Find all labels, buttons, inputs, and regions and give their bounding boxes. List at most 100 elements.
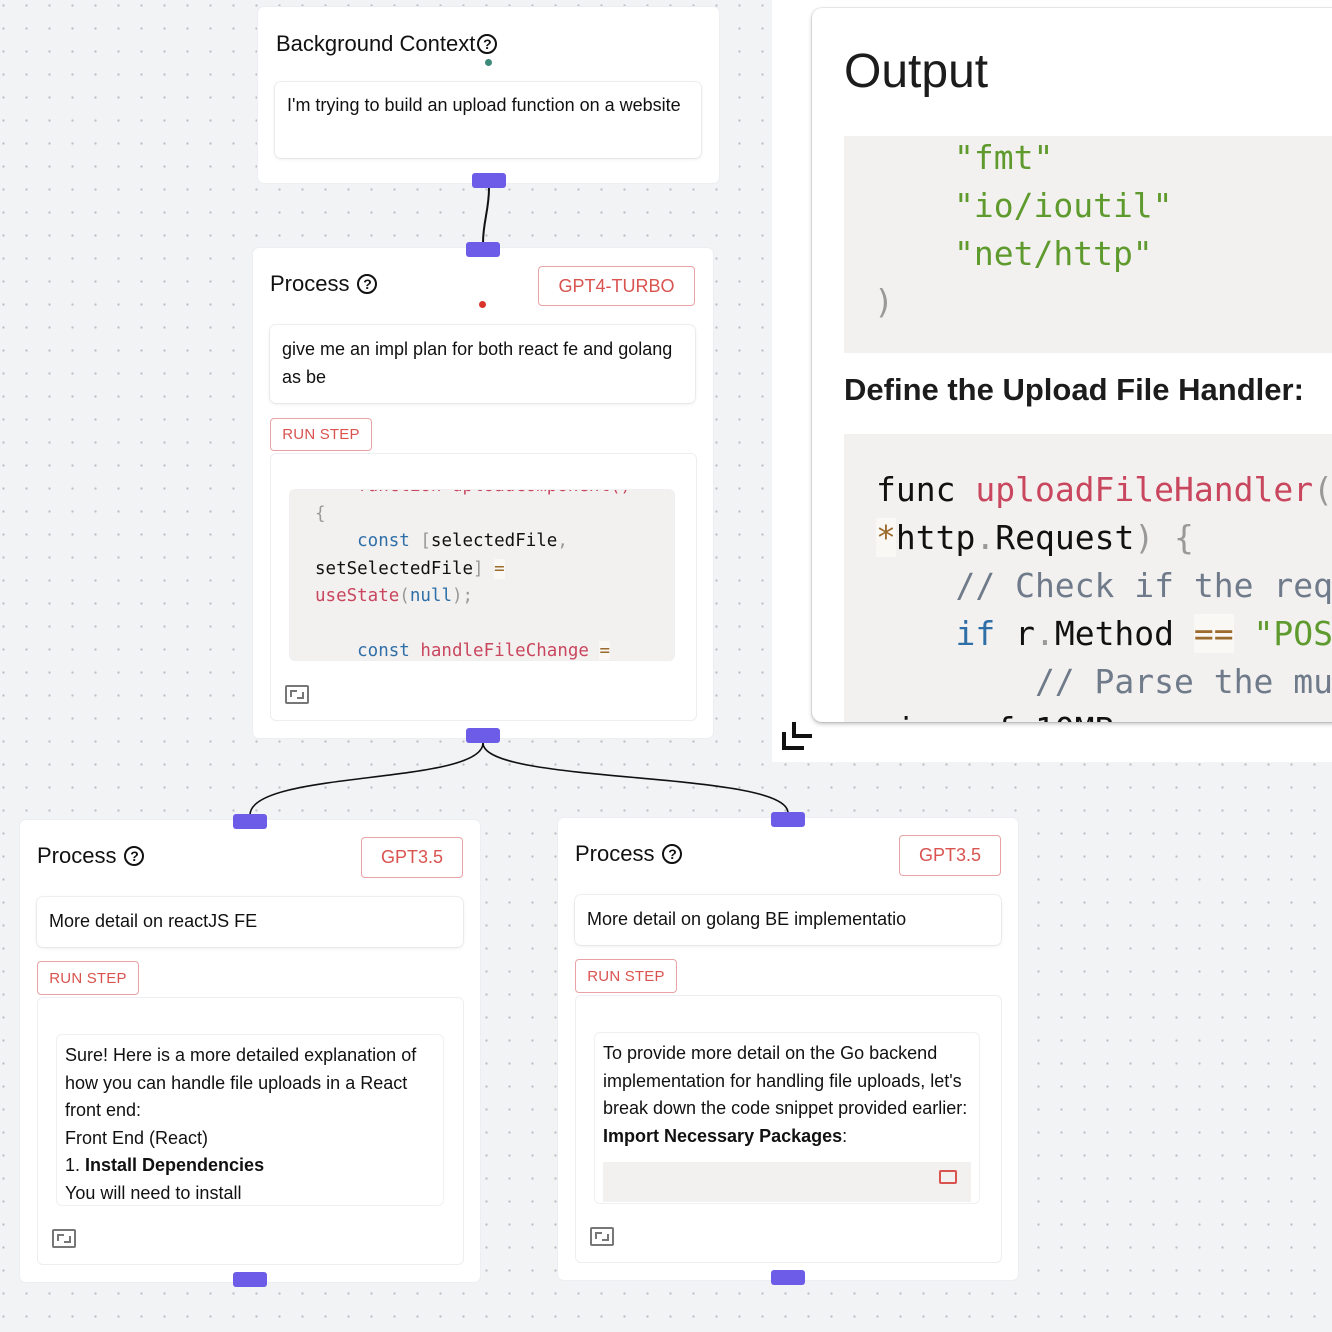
heading-text: Define the Upload File Handler (844, 372, 1294, 407)
question-circle-icon[interactable]: ? (357, 274, 378, 294)
code-token: if (876, 614, 1016, 653)
code-output[interactable]: function uploadComponent() { const [selec… (289, 489, 675, 661)
code-line: setSelectedFile] = (315, 556, 668, 584)
code-token: = (599, 641, 611, 661)
run-step-label: RUN STEP (587, 967, 665, 985)
process-node-react[interactable]: Process ? GPT3.5 More detail on reactJS … (20, 820, 480, 1282)
code-token: == (1193, 614, 1234, 653)
prompt-text: More detail on reactJS FE (49, 911, 258, 931)
code-token: size of 10MB (876, 710, 1114, 722)
run-step-button[interactable]: RUN STEP (37, 961, 139, 995)
code-block: function uploadComponent() { const [selec… (315, 490, 668, 661)
expand-icon[interactable] (590, 1227, 614, 1246)
text-output[interactable]: Sure! Here is a more detailed explanatio… (56, 1034, 444, 1206)
imports-code-block: "fmt" "io/ioutil" "net/http" ) (844, 136, 1332, 353)
code-line: func uploadFileHandler(w (876, 466, 1332, 514)
output-container: Sure! Here is a more detailed explanatio… (37, 997, 464, 1265)
input-handle[interactable] (466, 242, 500, 257)
node-title: Process ? (270, 271, 378, 297)
question-circle-icon[interactable]: ? (124, 846, 145, 866)
run-step-label: RUN STEP (282, 426, 360, 443)
edge-background-to-process (482, 187, 490, 244)
output-paragraph: Sure! Here is a more detailed explanatio… (65, 1045, 417, 1120)
process-title: Process (575, 841, 655, 866)
code-token: http (895, 518, 976, 557)
code-token: handleFileChange (420, 641, 589, 661)
output-handle[interactable] (466, 728, 500, 743)
code-block: func uploadFileHandler(w*http.Request) {… (876, 466, 1332, 722)
code-line: // Parse the mul (876, 658, 1332, 706)
question-circle-icon[interactable]: ? (662, 844, 683, 864)
run-step-button[interactable]: RUN STEP (270, 418, 372, 451)
node-title: Process ? (37, 843, 145, 869)
code-line (315, 611, 668, 639)
code-preview (603, 1162, 971, 1202)
code-token: selectedFile (430, 531, 558, 551)
context-input[interactable]: I'm trying to build an upload function o… (275, 82, 701, 158)
import-line: "io/ioutil" (954, 186, 1173, 225)
code-token: uploadFileHandler (975, 470, 1314, 509)
model-label: GPT3.5 (918, 845, 982, 865)
code-token: r (1015, 614, 1035, 653)
code-token: const (315, 531, 421, 551)
expand-icon[interactable] (285, 685, 309, 704)
process-node-go[interactable]: Process ? GPT3.5 More detail on golang B… (558, 818, 1018, 1280)
model-select-button[interactable]: GPT3.5 (361, 837, 463, 878)
expand-icon[interactable] (52, 1229, 76, 1248)
prompt-text: More detail on golang BE implementatio (587, 909, 907, 929)
input-handle[interactable] (233, 814, 267, 829)
heading-suffix: : (842, 1125, 848, 1146)
list-heading: Install Dependencies (85, 1155, 265, 1175)
status-dot (485, 59, 492, 66)
code-token: = (494, 558, 505, 579)
code-token: const (315, 641, 421, 661)
edge-process-to-react (249, 742, 484, 816)
process-node-main[interactable]: Process ? GPT4-TURBO give me an impl pla… (253, 248, 713, 738)
code-token: * (876, 518, 896, 557)
import-line: "fmt" (954, 138, 1054, 177)
node-title: Background Context ? (276, 31, 498, 57)
collapse-icon[interactable] (782, 722, 812, 750)
code-line: { (315, 501, 668, 529)
code-token: // Parse the mul (876, 662, 1332, 701)
edge-process-to-go (482, 742, 789, 814)
output-title: Output (844, 45, 989, 98)
output-handle[interactable] (472, 173, 506, 188)
model-select-button[interactable]: GPT3.5 (899, 835, 1001, 876)
text-output[interactable]: To provide more detail on the Go backend… (594, 1032, 980, 1204)
output-handle[interactable] (233, 1272, 267, 1287)
background-context-node[interactable]: Background Context ? I'm trying to build… (258, 7, 719, 183)
handler-code-block: func uploadFileHandler(w*http.Request) {… (844, 434, 1332, 722)
prompt-input[interactable]: More detail on reactJS FE (37, 897, 463, 947)
code-token: { (315, 503, 326, 524)
status-dot (479, 301, 486, 308)
code-token: Request (995, 518, 1135, 557)
code-token: ( (399, 586, 410, 606)
code-line: if r.Method == "POST (876, 610, 1332, 658)
model-label: GPT4-TURBO (558, 275, 675, 296)
code-line: *http.Request) { (876, 514, 1332, 562)
code-line: size of 10MB (876, 706, 1332, 722)
output-heading: Import Necessary Packages: (603, 1123, 971, 1151)
prompt-input[interactable]: More detail on golang BE implementatio (575, 895, 1001, 945)
code-token: ) (1134, 518, 1155, 557)
question-circle-icon[interactable]: ? (477, 34, 498, 54)
model-select-button[interactable]: GPT4-TURBO (538, 266, 695, 306)
output-handle[interactable] (771, 1270, 805, 1285)
code-line: const handleFileChange = (315, 638, 668, 661)
code-token: . (975, 518, 996, 557)
prompt-input[interactable]: give me an impl plan for both react fe a… (270, 325, 695, 403)
code-token: . (1034, 614, 1055, 653)
output-card[interactable]: Output "fmt" "io/ioutil" "net/http" ) De… (812, 8, 1332, 722)
process-title: Process (270, 271, 350, 296)
copy-icon[interactable] (939, 1170, 957, 1184)
code-token: ] (473, 558, 484, 579)
code-token: { (1154, 518, 1194, 557)
run-step-button[interactable]: RUN STEP (575, 959, 677, 993)
input-handle[interactable] (771, 812, 805, 827)
code-token: [ (420, 531, 431, 551)
code-token: setSelectedFile (315, 558, 474, 579)
output-line: Front End (React) (65, 1127, 209, 1148)
